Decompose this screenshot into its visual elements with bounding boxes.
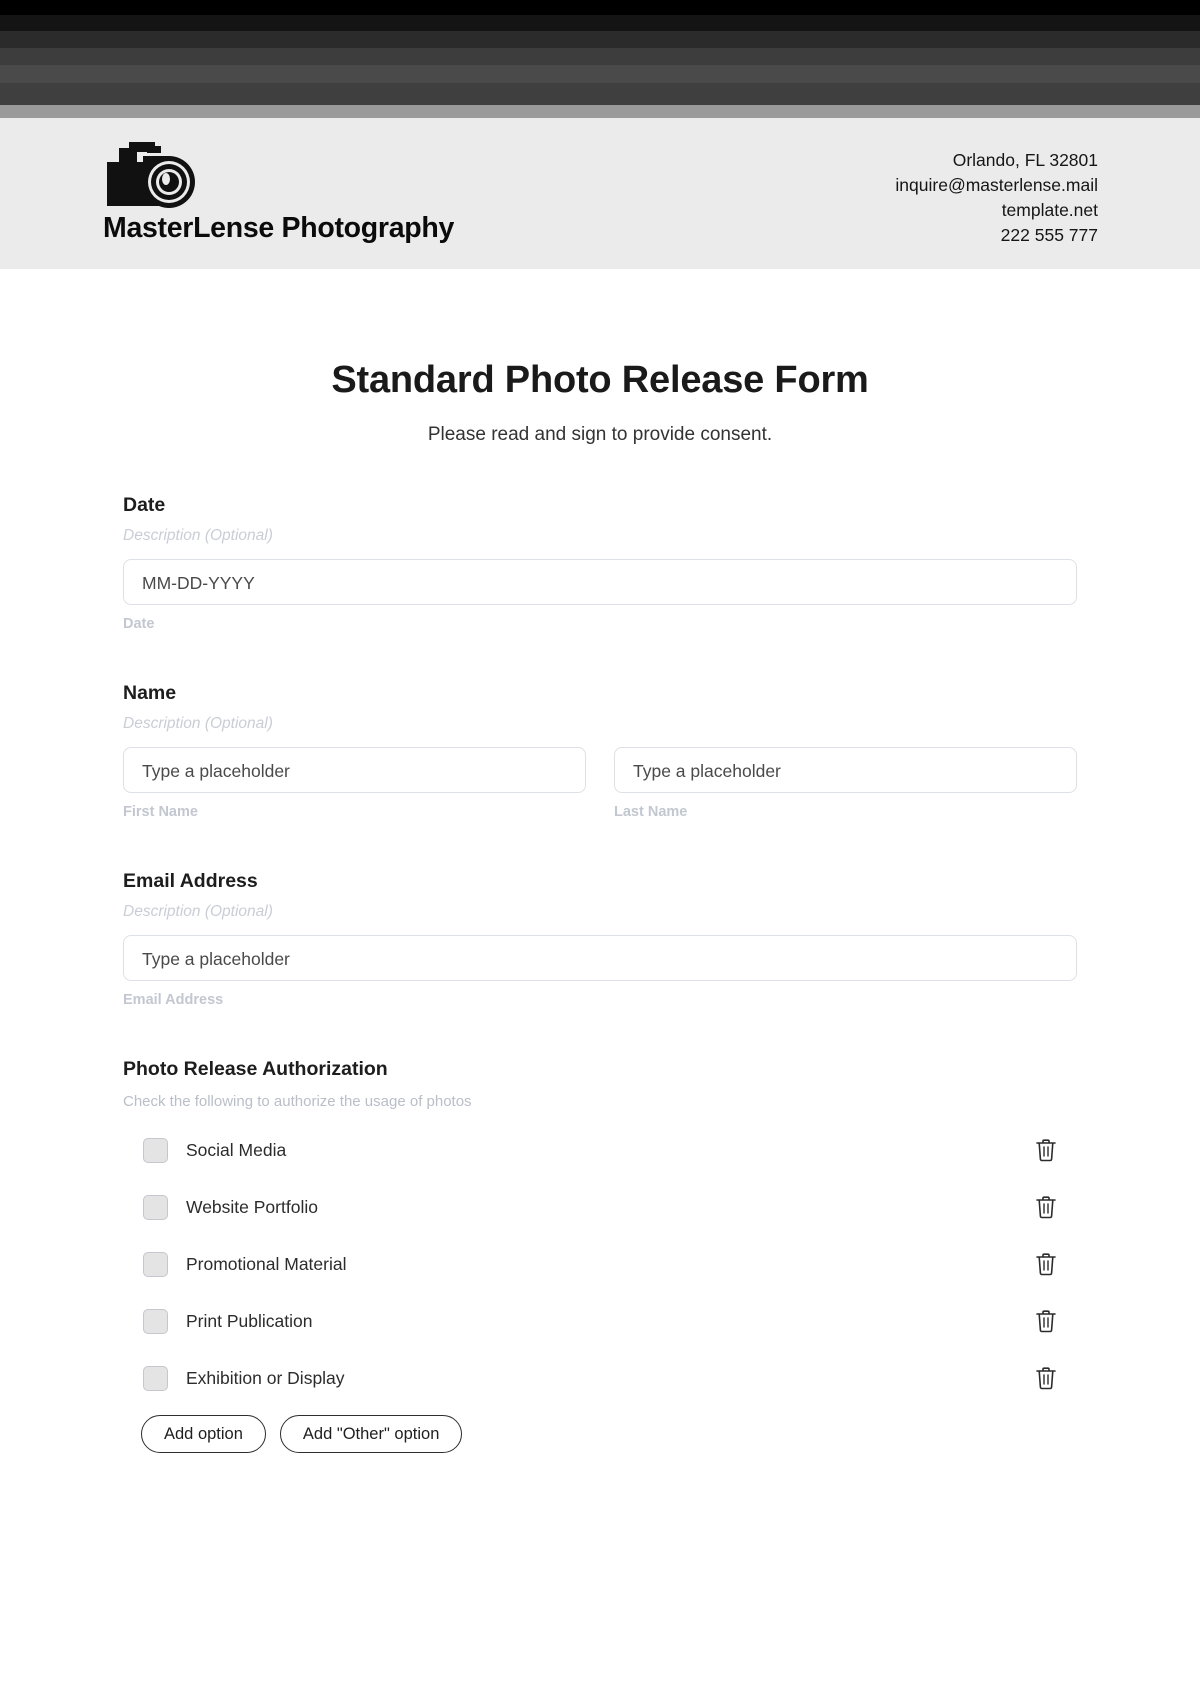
field-email-label: Email Address bbox=[123, 870, 258, 892]
contact-info: Orlando, FL 32801 inquire@masterlense.ma… bbox=[895, 148, 1098, 248]
authorization-description: Check the following to authorize the usa… bbox=[123, 1093, 472, 1110]
email-input[interactable]: Type a placeholder bbox=[123, 935, 1077, 981]
field-email-description: Description (Optional) bbox=[123, 903, 273, 920]
first-name-caption: First Name bbox=[123, 804, 198, 820]
date-input[interactable]: MM-DD-YYYY bbox=[123, 559, 1077, 605]
chrome-strip-2 bbox=[0, 15, 1200, 31]
checkbox-row-social-media[interactable]: Social Media bbox=[123, 1130, 1077, 1170]
add-other-option-button[interactable]: Add "Other" option bbox=[279, 1415, 463, 1453]
field-date-description: Description (Optional) bbox=[123, 527, 273, 544]
trash-icon bbox=[1036, 1253, 1056, 1276]
name-input-row: Type a placeholder First Name Type a pla… bbox=[123, 747, 1077, 820]
checkbox-social-media[interactable] bbox=[143, 1137, 168, 1163]
delete-option-social-media[interactable] bbox=[1033, 1136, 1059, 1164]
authorization-label: Photo Release Authorization bbox=[123, 1058, 388, 1080]
delete-option-website-portfolio[interactable] bbox=[1033, 1193, 1059, 1221]
delete-option-promotional-material[interactable] bbox=[1033, 1250, 1059, 1278]
field-name-label: Name bbox=[123, 682, 177, 704]
brand-name: MasterLense Photography bbox=[103, 212, 455, 244]
checkbox-row-website-portfolio[interactable]: Website Portfolio bbox=[123, 1187, 1077, 1227]
chrome-strip-1 bbox=[0, 0, 1200, 15]
field-name-description: Description (Optional) bbox=[123, 715, 273, 732]
checkbox-row-print-publication[interactable]: Print Publication bbox=[123, 1301, 1077, 1341]
checkbox-label-promotional-material: Promotional Material bbox=[186, 1253, 347, 1274]
add-option-button[interactable]: Add option bbox=[141, 1415, 266, 1453]
field-email: Email Address Description (Optional) Typ… bbox=[123, 870, 1077, 1008]
contact-phone: 222 555 777 bbox=[1000, 225, 1098, 245]
chrome-strip-7 bbox=[0, 105, 1200, 118]
checkbox-promotional-material[interactable] bbox=[143, 1251, 168, 1277]
first-name-placeholder: Type a placeholder bbox=[142, 761, 290, 781]
brand-block: MasterLense Photography bbox=[103, 138, 563, 245]
checkbox-row-promotional-material[interactable]: Promotional Material bbox=[123, 1244, 1077, 1284]
chrome-strip-5 bbox=[0, 65, 1200, 83]
camera-icon bbox=[107, 142, 195, 208]
contact-website: template.net bbox=[1001, 200, 1098, 220]
last-name-placeholder: Type a placeholder bbox=[633, 761, 781, 781]
last-name-col: Type a placeholder Last Name bbox=[614, 747, 1077, 820]
checkbox-label-social-media: Social Media bbox=[186, 1139, 287, 1160]
checkbox-label-exhibition-or-display: Exhibition or Display bbox=[186, 1367, 345, 1388]
contact-email: inquire@masterlense.mail bbox=[895, 175, 1098, 195]
last-name-input[interactable]: Type a placeholder bbox=[614, 747, 1077, 793]
contact-address: Orlando, FL 32801 bbox=[952, 150, 1098, 170]
field-name: Name Description (Optional) Type a place… bbox=[123, 682, 1077, 820]
trash-icon bbox=[1036, 1139, 1056, 1162]
add-option-button-row: Add option Add "Other" option bbox=[123, 1415, 1077, 1453]
delete-option-print-publication[interactable] bbox=[1033, 1307, 1059, 1335]
checkbox-label-print-publication: Print Publication bbox=[186, 1310, 313, 1331]
delete-option-exhibition-or-display[interactable] bbox=[1033, 1364, 1059, 1392]
field-date: Date Description (Optional) MM-DD-YYYY D… bbox=[123, 494, 1077, 632]
field-date-label: Date bbox=[123, 494, 166, 516]
date-input-placeholder: MM-DD-YYYY bbox=[142, 573, 255, 593]
chrome-strip-6 bbox=[0, 83, 1200, 105]
logo-row bbox=[103, 138, 563, 210]
date-input-caption: Date bbox=[123, 616, 155, 632]
page-subtitle: Please read and sign to provide consent. bbox=[427, 424, 773, 445]
email-input-caption: Email Address bbox=[123, 992, 224, 1008]
trash-icon bbox=[1036, 1367, 1056, 1390]
checkbox-website-portfolio[interactable] bbox=[143, 1194, 168, 1220]
checkbox-exhibition-or-display[interactable] bbox=[143, 1365, 168, 1391]
chrome-strip-4 bbox=[0, 48, 1200, 65]
checkbox-row-exhibition-or-display[interactable]: Exhibition or Display bbox=[123, 1358, 1077, 1398]
trash-icon bbox=[1036, 1196, 1056, 1219]
last-name-caption: Last Name bbox=[614, 804, 688, 820]
browser-chrome-bar bbox=[0, 0, 1200, 118]
checkbox-label-website-portfolio: Website Portfolio bbox=[186, 1196, 318, 1217]
checkbox-print-publication[interactable] bbox=[143, 1308, 168, 1334]
email-input-placeholder: Type a placeholder bbox=[142, 949, 290, 969]
form-body: Standard Photo Release Form Please read … bbox=[0, 359, 1200, 1453]
chrome-strip-3 bbox=[0, 31, 1200, 48]
letterhead-header: MasterLense Photography Orlando, FL 3280… bbox=[0, 118, 1200, 269]
first-name-col: Type a placeholder First Name bbox=[123, 747, 586, 820]
first-name-input[interactable]: Type a placeholder bbox=[123, 747, 586, 793]
trash-icon bbox=[1036, 1310, 1056, 1333]
page-title: Standard Photo Release Form bbox=[331, 359, 869, 401]
field-photo-release-authorization: Photo Release Authorization Check the fo… bbox=[123, 1058, 1077, 1453]
